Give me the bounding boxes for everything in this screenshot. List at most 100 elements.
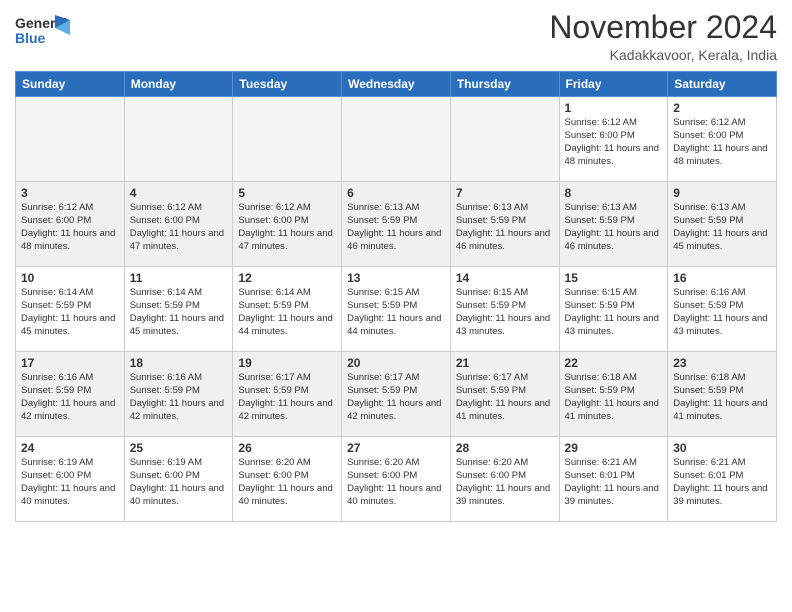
day-info: Sunrise: 6:13 AMSunset: 5:59 PMDaylight:…: [456, 202, 554, 253]
calendar-cell: 26 Sunrise: 6:20 AMSunset: 6:00 PMDayligh…: [233, 437, 342, 522]
day-number: 24: [21, 441, 119, 455]
calendar-cell: 25 Sunrise: 6:19 AMSunset: 6:00 PMDayligh…: [124, 437, 233, 522]
calendar-header-row: Sunday Monday Tuesday Wednesday Thursday…: [16, 72, 777, 97]
day-number: 19: [238, 356, 336, 370]
calendar-cell: [124, 97, 233, 182]
day-number: 23: [673, 356, 771, 370]
col-saturday: Saturday: [668, 72, 777, 97]
day-number: 8: [565, 186, 663, 200]
calendar-cell: [342, 97, 451, 182]
calendar-week-1: 1 Sunrise: 6:12 AMSunset: 6:00 PMDaylight…: [16, 97, 777, 182]
calendar-cell: [233, 97, 342, 182]
col-tuesday: Tuesday: [233, 72, 342, 97]
day-number: 22: [565, 356, 663, 370]
col-monday: Monday: [124, 72, 233, 97]
day-info: Sunrise: 6:18 AMSunset: 5:59 PMDaylight:…: [565, 372, 663, 423]
header: General Blue November 2024 Kadakkavoor, …: [15, 10, 777, 63]
day-info: Sunrise: 6:12 AMSunset: 6:00 PMDaylight:…: [565, 117, 663, 168]
logo-icon: General Blue: [15, 10, 70, 55]
calendar-cell: 14Sunrise: 6:15 AMSunset: 5:59 PMDayligh…: [450, 267, 559, 352]
day-info: Sunrise: 6:12 AMSunset: 6:00 PMDaylight:…: [21, 202, 119, 253]
day-info: Sunrise: 6:16 AMSunset: 5:59 PMDaylight:…: [21, 372, 119, 423]
calendar-cell: 11 Sunrise: 6:14 AMSunset: 5:59 PMDayligh…: [124, 267, 233, 352]
day-number: 26: [238, 441, 336, 455]
day-number: 7: [456, 186, 554, 200]
page: General Blue November 2024 Kadakkavoor, …: [0, 0, 792, 532]
day-number: 28: [456, 441, 554, 455]
calendar-cell: 19 Sunrise: 6:17 AMSunset: 5:59 PMDayligh…: [233, 352, 342, 437]
day-number: 5: [238, 186, 336, 200]
day-number: 11: [130, 271, 228, 285]
calendar-cell: 6Sunrise: 6:13 AMSunset: 5:59 PMDaylight…: [342, 182, 451, 267]
calendar-week-2: 3 Sunrise: 6:12 AMSunset: 6:00 PMDaylight…: [16, 182, 777, 267]
day-number: 13: [347, 271, 445, 285]
day-info: Sunrise: 6:21 AMSunset: 6:01 PMDaylight:…: [565, 457, 663, 508]
day-info: Sunrise: 6:12 AMSunset: 6:00 PMDaylight:…: [130, 202, 228, 253]
day-info: Sunrise: 6:12 AMSunset: 6:00 PMDaylight:…: [673, 117, 771, 168]
day-number: 25: [130, 441, 228, 455]
day-number: 9: [673, 186, 771, 200]
calendar-cell: 24 Sunrise: 6:19 AMSunset: 6:00 PMDayligh…: [16, 437, 125, 522]
day-number: 16: [673, 271, 771, 285]
day-info: Sunrise: 6:16 AMSunset: 5:59 PMDaylight:…: [673, 287, 771, 338]
day-info: Sunrise: 6:15 AMSunset: 5:59 PMDaylight:…: [347, 287, 445, 338]
col-friday: Friday: [559, 72, 668, 97]
day-info: Sunrise: 6:19 AMSunset: 6:00 PMDaylight:…: [130, 457, 228, 508]
calendar-week-5: 24 Sunrise: 6:19 AMSunset: 6:00 PMDayligh…: [16, 437, 777, 522]
calendar-cell: 15 Sunrise: 6:15 AMSunset: 5:59 PMDayligh…: [559, 267, 668, 352]
day-number: 2: [673, 101, 771, 115]
day-info: Sunrise: 6:14 AMSunset: 5:59 PMDaylight:…: [21, 287, 119, 338]
calendar-cell: 27 Sunrise: 6:20 AMSunset: 6:00 PMDayligh…: [342, 437, 451, 522]
day-info: Sunrise: 6:12 AMSunset: 6:00 PMDaylight:…: [238, 202, 336, 253]
svg-text:Blue: Blue: [15, 30, 46, 46]
day-info: Sunrise: 6:15 AMSunset: 5:59 PMDaylight:…: [456, 287, 554, 338]
day-number: 3: [21, 186, 119, 200]
day-info: Sunrise: 6:21 AMSunset: 6:01 PMDaylight:…: [673, 457, 771, 508]
day-info: Sunrise: 6:20 AMSunset: 6:00 PMDaylight:…: [456, 457, 554, 508]
day-info: Sunrise: 6:13 AMSunset: 5:59 PMDaylight:…: [565, 202, 663, 253]
day-number: 1: [565, 101, 663, 115]
calendar-cell: 8 Sunrise: 6:13 AMSunset: 5:59 PMDaylight…: [559, 182, 668, 267]
day-info: Sunrise: 6:18 AMSunset: 5:59 PMDaylight:…: [673, 372, 771, 423]
calendar-cell: 9 Sunrise: 6:13 AMSunset: 5:59 PMDaylight…: [668, 182, 777, 267]
day-number: 21: [456, 356, 554, 370]
calendar-table: Sunday Monday Tuesday Wednesday Thursday…: [15, 71, 777, 522]
day-info: Sunrise: 6:17 AMSunset: 5:59 PMDaylight:…: [456, 372, 554, 423]
day-info: Sunrise: 6:20 AMSunset: 6:00 PMDaylight:…: [347, 457, 445, 508]
day-info: Sunrise: 6:19 AMSunset: 6:00 PMDaylight:…: [21, 457, 119, 508]
day-info: Sunrise: 6:13 AMSunset: 5:59 PMDaylight:…: [673, 202, 771, 253]
calendar-cell: 7 Sunrise: 6:13 AMSunset: 5:59 PMDaylight…: [450, 182, 559, 267]
calendar-week-4: 17 Sunrise: 6:16 AMSunset: 5:59 PMDayligh…: [16, 352, 777, 437]
day-info: Sunrise: 6:16 AMSunset: 5:59 PMDaylight:…: [130, 372, 228, 423]
day-number: 17: [21, 356, 119, 370]
day-info: Sunrise: 6:20 AMSunset: 6:00 PMDaylight:…: [238, 457, 336, 508]
day-number: 18: [130, 356, 228, 370]
logo: General Blue: [15, 10, 72, 55]
calendar-cell: 22 Sunrise: 6:18 AMSunset: 5:59 PMDayligh…: [559, 352, 668, 437]
calendar-cell: 17 Sunrise: 6:16 AMSunset: 5:59 PMDayligh…: [16, 352, 125, 437]
calendar-cell: 23 Sunrise: 6:18 AMSunset: 5:59 PMDayligh…: [668, 352, 777, 437]
calendar-cell: 13 Sunrise: 6:15 AMSunset: 5:59 PMDayligh…: [342, 267, 451, 352]
day-number: 4: [130, 186, 228, 200]
col-sunday: Sunday: [16, 72, 125, 97]
day-info: Sunrise: 6:17 AMSunset: 5:59 PMDaylight:…: [347, 372, 445, 423]
calendar-cell: 3 Sunrise: 6:12 AMSunset: 6:00 PMDaylight…: [16, 182, 125, 267]
day-info: Sunrise: 6:14 AMSunset: 5:59 PMDaylight:…: [130, 287, 228, 338]
day-number: 15: [565, 271, 663, 285]
day-number: 12: [238, 271, 336, 285]
day-number: 20: [347, 356, 445, 370]
calendar-cell: 20 Sunrise: 6:17 AMSunset: 5:59 PMDayligh…: [342, 352, 451, 437]
calendar-cell: 1 Sunrise: 6:12 AMSunset: 6:00 PMDaylight…: [559, 97, 668, 182]
calendar-cell: 29Sunrise: 6:21 AMSunset: 6:01 PMDayligh…: [559, 437, 668, 522]
day-number: 30: [673, 441, 771, 455]
col-wednesday: Wednesday: [342, 72, 451, 97]
calendar-cell: [450, 97, 559, 182]
calendar-cell: 18 Sunrise: 6:16 AMSunset: 5:59 PMDayligh…: [124, 352, 233, 437]
day-number: 27: [347, 441, 445, 455]
day-info: Sunrise: 6:15 AMSunset: 5:59 PMDaylight:…: [565, 287, 663, 338]
calendar-cell: 5 Sunrise: 6:12 AMSunset: 6:00 PMDaylight…: [233, 182, 342, 267]
day-info: Sunrise: 6:17 AMSunset: 5:59 PMDaylight:…: [238, 372, 336, 423]
location-title: Kadakkavoor, Kerala, India: [549, 47, 777, 63]
day-info: Sunrise: 6:14 AMSunset: 5:59 PMDaylight:…: [238, 287, 336, 338]
col-thursday: Thursday: [450, 72, 559, 97]
